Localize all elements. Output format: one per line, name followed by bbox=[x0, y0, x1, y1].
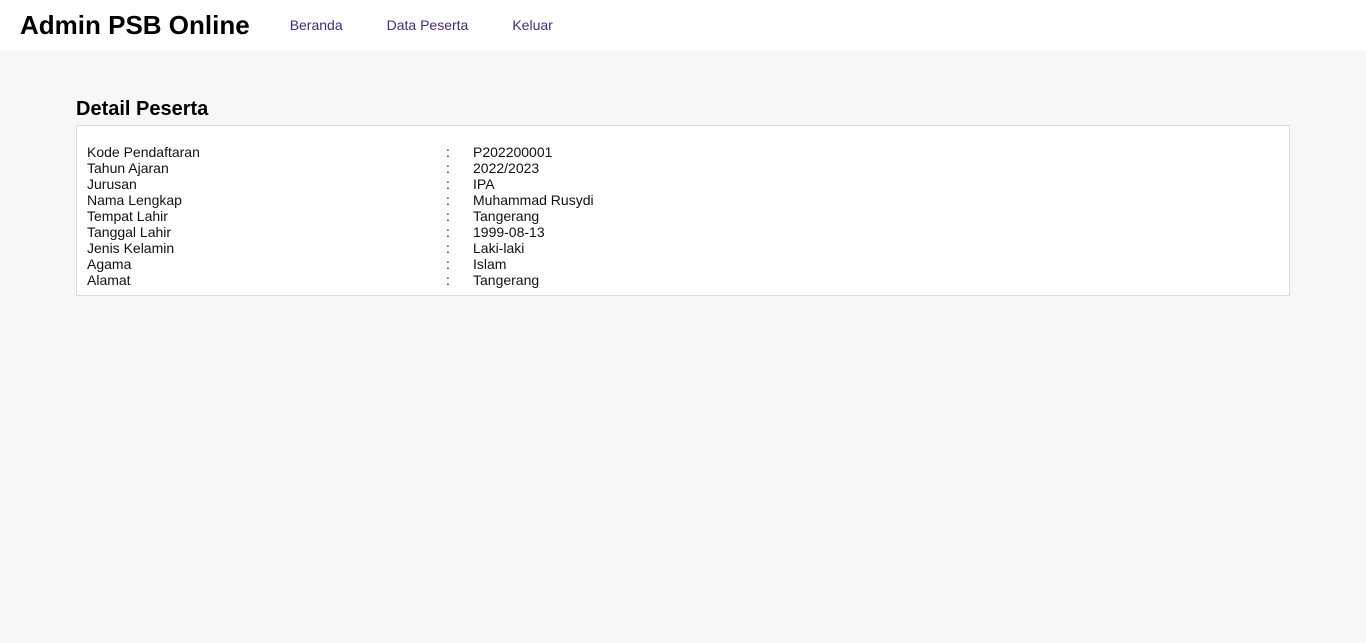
nav-beranda-link[interactable]: Beranda bbox=[290, 17, 343, 33]
field-value: 1999-08-13 bbox=[473, 224, 545, 240]
page-title: Detail Peserta bbox=[76, 98, 209, 120]
main-content: Detail Peserta Kode Pendaftaran : P20220… bbox=[76, 97, 1290, 296]
field-label: Jenis Kelamin bbox=[87, 240, 175, 256]
field-separator: : bbox=[446, 144, 450, 160]
field-value: 2022/2023 bbox=[473, 160, 540, 176]
field-separator: : bbox=[446, 176, 450, 192]
field-label: Nama Lengkap bbox=[87, 192, 182, 208]
detail-row: Tanggal Lahir : 1999-08-13 bbox=[87, 224, 594, 240]
field-separator: : bbox=[446, 272, 450, 288]
field-value: Laki-laki bbox=[473, 240, 525, 256]
field-separator: : bbox=[446, 208, 450, 224]
field-label: Tanggal Lahir bbox=[87, 224, 172, 240]
app-brand: Admin PSB Online bbox=[20, 9, 250, 40]
top-header: Admin PSB Online Beranda Data Peserta Ke… bbox=[0, 0, 1366, 51]
detail-row: Alamat : Tangerang bbox=[87, 272, 594, 288]
field-value: IPA bbox=[473, 176, 495, 192]
field-separator: : bbox=[446, 160, 450, 176]
field-label: Kode Pendaftaran bbox=[87, 144, 200, 160]
field-value: Islam bbox=[473, 256, 507, 272]
field-label: Tempat Lahir bbox=[87, 208, 168, 224]
detail-row: Kode Pendaftaran : P202200001 bbox=[87, 144, 594, 160]
detail-row: Tahun Ajaran : 2022/2023 bbox=[87, 160, 594, 176]
field-label: Alamat bbox=[87, 272, 131, 288]
field-label: Jurusan bbox=[87, 176, 137, 192]
detail-row: Jurusan : IPA bbox=[87, 176, 594, 192]
detail-row: Nama Lengkap : Muhammad Rusydi bbox=[87, 192, 594, 208]
field-label: Agama bbox=[87, 256, 132, 272]
field-separator: : bbox=[446, 224, 450, 240]
detail-table: Kode Pendaftaran : P202200001 Tahun Ajar… bbox=[87, 144, 594, 288]
field-value: Tangerang bbox=[473, 272, 540, 288]
field-separator: : bbox=[446, 192, 450, 208]
field-separator: : bbox=[446, 240, 450, 256]
nav-data-peserta-link[interactable]: Data Peserta bbox=[387, 17, 469, 33]
detail-row: Agama : Islam bbox=[87, 256, 594, 272]
main-nav: Beranda Data Peserta Keluar bbox=[290, 17, 597, 33]
detail-row: Tempat Lahir : Tangerang bbox=[87, 208, 594, 224]
field-label: Tahun Ajaran bbox=[87, 160, 169, 176]
field-value: P202200001 bbox=[473, 144, 553, 160]
detail-row: Jenis Kelamin : Laki-laki bbox=[87, 240, 594, 256]
field-value: Muhammad Rusydi bbox=[473, 192, 594, 208]
field-separator: : bbox=[446, 256, 450, 272]
field-value: Tangerang bbox=[473, 208, 540, 224]
nav-keluar-link[interactable]: Keluar bbox=[512, 17, 552, 33]
detail-card: Kode Pendaftaran : P202200001 Tahun Ajar… bbox=[76, 125, 1290, 296]
